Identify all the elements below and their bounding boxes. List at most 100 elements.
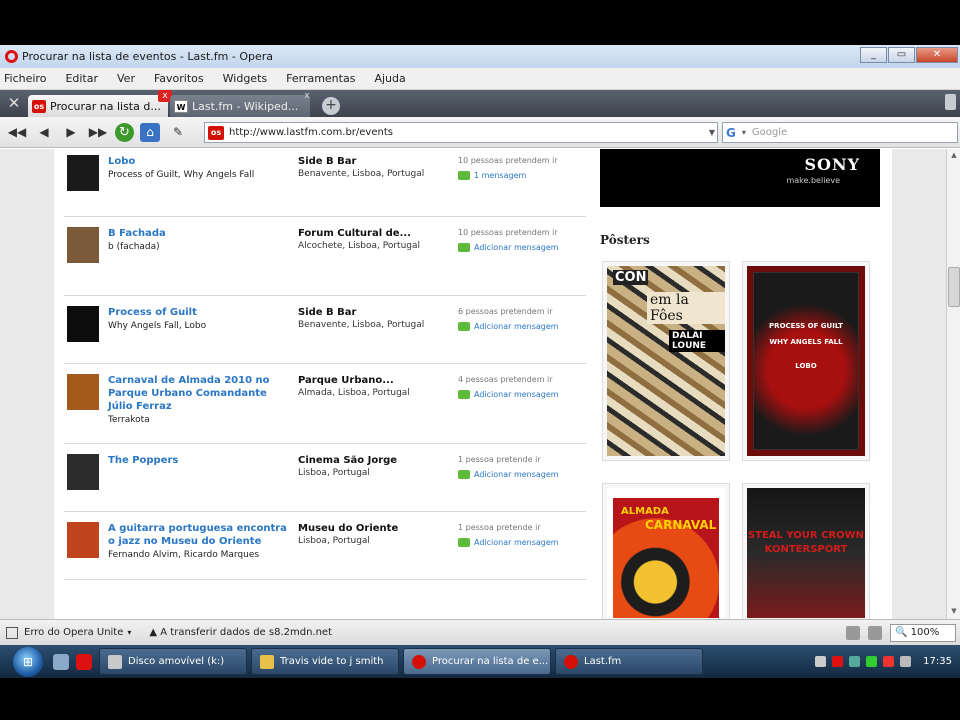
sony-ad-banner[interactable]: SONY make.believe [600,149,880,207]
scroll-down-icon[interactable]: ▼ [949,607,959,617]
minimize-button[interactable]: _ [860,47,887,63]
event-name-link[interactable]: The Poppers [108,454,288,468]
unite-status[interactable]: Erro do Opera Unite [24,627,123,638]
fast-forward-icon[interactable]: ▶▶ [86,121,110,143]
tray-arrow-icon[interactable] [815,656,827,667]
address-field[interactable]: os http://www.lastfm.com.br/events ▼ [204,122,718,143]
event-image[interactable] [67,522,99,558]
poster-card[interactable]: STEAL YOUR CROWN KONTERSPORT [742,483,870,619]
event-name-link[interactable]: Lobo Process of Guilt, Why Angels Fall [108,155,288,181]
poster-card[interactable]: CON em la Fôes DALAI LOUNE [602,261,730,461]
event-name-link[interactable]: B Fachada b (fachada) [108,227,288,253]
back-icon[interactable]: ◀ [32,121,56,143]
menu-ajuda[interactable]: Ajuda [374,72,405,85]
poster-image: PROCESS OF GUILT WHY ANGELS FALL LOBO [747,266,865,456]
opera-icon [412,654,426,669]
tools-icon[interactable]: ✕ [0,90,28,117]
menu-bar: Ficheiro Editar Ver Favoritos Widgets Fe… [0,68,960,90]
posters-heading: Pôsters [600,233,650,247]
scroll-up-icon[interactable]: ▲ [949,151,959,161]
menu-ficheiro[interactable]: Ficheiro [4,72,46,85]
message-link[interactable]: Adicionar mensagem [458,242,578,254]
event-venue-link[interactable]: Forum Cultural de... Alcochete, Lisboa, P… [298,227,448,253]
event-location: Benavente, Lisboa, Portugal [298,169,425,179]
event-attendance: 4 pessoas pretendem ir Adicionar mensagem [458,374,578,401]
tray-network-icon[interactable] [849,656,861,667]
event-venue-link[interactable]: Side B Bar Benavente, Lisboa, Portugal [298,306,448,332]
new-tab-button[interactable]: + [322,97,340,115]
chevron-down-icon[interactable]: ▾ [127,628,131,637]
message-link[interactable]: Adicionar mensagem [458,469,578,481]
event-location: Benavente, Lisboa, Portugal [298,320,425,330]
event-venue-link[interactable]: Museu do Oriente Lisboa, Portugal [298,522,448,548]
maximize-button[interactable]: ▭ [888,47,915,63]
tray-opera-icon[interactable] [832,656,844,667]
url-text: http://www.lastfm.com.br/events [229,127,393,138]
edit-icon[interactable]: ✎ [166,121,190,143]
tray-signal-icon[interactable] [866,656,878,667]
menu-ver[interactable]: Ver [117,72,135,85]
message-link[interactable]: Adicionar mensagem [458,389,578,401]
taskbar-item-lastfm[interactable]: Last.fm [555,648,703,675]
search-placeholder: Google [751,127,788,138]
show-desktop-icon[interactable] [53,653,69,670]
speech-bubble-icon [458,390,470,399]
view-icon[interactable] [846,626,860,640]
message-link[interactable]: Adicionar mensagem [458,321,578,333]
message-link[interactable]: Adicionar mensagem [458,537,578,549]
event-attendance: 10 pessoas pretendem ir 1 mensagem [458,155,578,182]
status-right: 🔍 100% [846,624,956,642]
close-window-button[interactable]: ✕ [916,47,958,63]
tray-volume-icon[interactable] [900,656,912,667]
event-image[interactable] [67,227,99,263]
tray-security-icon[interactable] [883,656,895,667]
window-title: Procurar na lista de eventos - Last.fm -… [22,50,273,63]
close-tab-icon[interactable]: x [300,90,314,102]
event-artists: b (fachada) [108,242,160,252]
chevron-down-icon[interactable]: ▾ [742,128,746,137]
event-venue-link[interactable]: Side B Bar Benavente, Lisboa, Portugal [298,155,448,181]
start-button[interactable]: ⊞ [13,646,43,677]
event-image[interactable] [67,155,99,191]
folder-icon [260,654,274,669]
tab-wikipedia[interactable]: W Last.fm - Wikiped... x [170,91,310,117]
trash-icon[interactable] [945,94,956,110]
menu-editar[interactable]: Editar [65,72,98,85]
tab-label: Procurar na lista d... [50,99,161,113]
menu-favoritos[interactable]: Favoritos [154,72,204,85]
clock[interactable]: 17:35 [923,656,952,667]
event-name-link[interactable]: Process of Guilt Why Angels Fall, Lobo [108,306,288,332]
event-image[interactable] [67,306,99,342]
tab-label: Last.fm - Wikiped... [192,99,299,113]
event-name-link[interactable]: Carnaval de Almada 2010 no Parque Urbano… [108,374,288,426]
zoom-field[interactable]: 🔍 100% [890,624,956,642]
event-image[interactable] [67,374,99,410]
poster-image: STEAL YOUR CROWN KONTERSPORT [747,488,865,618]
taskbar-item-drive[interactable]: Disco amovível (k:) [99,648,247,675]
home-icon[interactable]: ⌂ [140,122,160,142]
forward-icon[interactable]: ▶ [59,121,83,143]
vertical-scrollbar[interactable]: ▲ ▼ [946,149,960,619]
tab-events[interactable]: os Procurar na lista d... x [28,90,172,117]
poster-card[interactable]: ALMADA CARNAVAL [602,483,730,619]
speech-bubble-icon [458,538,470,547]
rewind-icon[interactable]: ◀◀ [5,121,29,143]
event-image[interactable] [67,454,99,490]
search-input[interactable]: G ▾ Google [722,122,958,143]
menu-widgets[interactable]: Widgets [223,72,267,85]
message-link[interactable]: 1 mensagem [458,170,578,182]
taskbar-item-folder[interactable]: Travis vide to j smith [251,648,399,675]
image-icon[interactable] [868,626,882,640]
menu-ferramentas[interactable]: Ferramentas [286,72,355,85]
event-venue-link[interactable]: Parque Urbano... Almada, Lisboa, Portugal [298,374,448,400]
lastfm-icon: os [32,99,46,113]
chevron-down-icon[interactable]: ▼ [709,123,715,142]
poster-card[interactable]: PROCESS OF GUILT WHY ANGELS FALL LOBO [742,261,870,461]
unite-icon[interactable] [6,626,18,639]
opera-quicklaunch-icon[interactable] [76,653,92,670]
reload-icon[interactable]: ↻ [115,122,134,142]
event-name-link[interactable]: A guitarra portuguesa encontra o jazz no… [108,522,288,561]
taskbar-item-opera[interactable]: Procurar na lista de e... [403,648,551,675]
event-venue-link[interactable]: Cinema São Jorge Lisboa, Portugal [298,454,448,480]
scroll-thumb[interactable] [948,267,960,307]
